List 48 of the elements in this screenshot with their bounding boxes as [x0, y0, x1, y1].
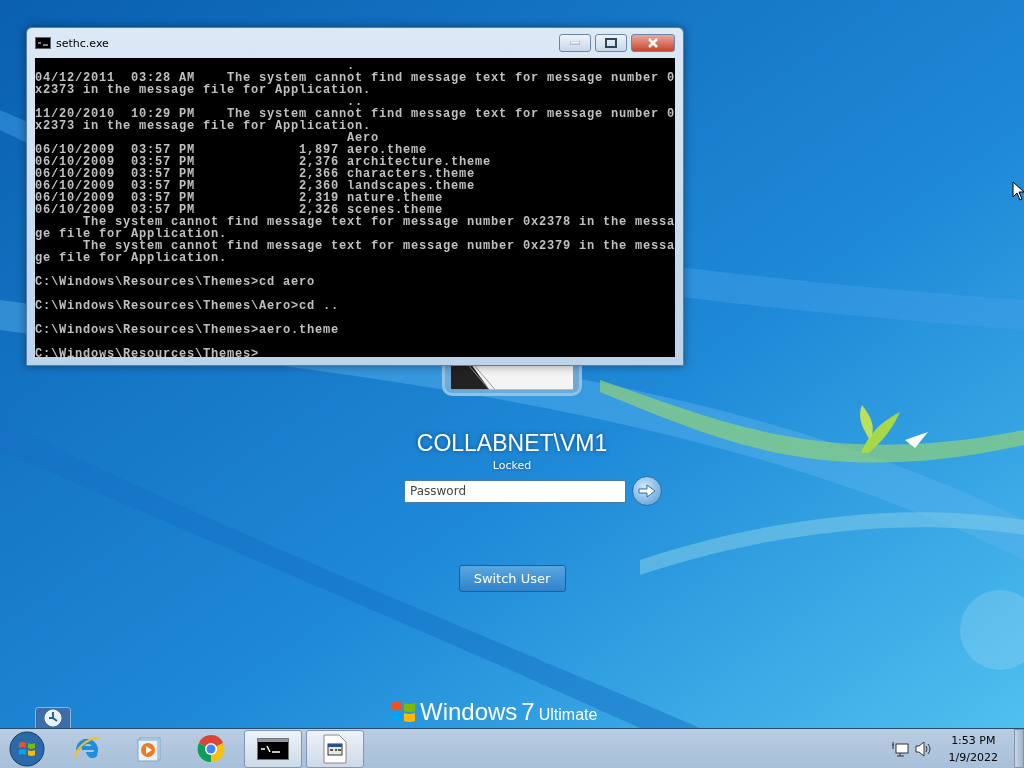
volume-icon	[914, 740, 933, 757]
network-icon	[890, 740, 909, 757]
console-line: ..	[347, 96, 364, 108]
brand-edition: Ultimate	[538, 706, 598, 724]
console-line: 04/12/2011 03:28 AM The system cannot find message text for message number 0	[35, 72, 675, 84]
mouse-pointer-icon	[1012, 181, 1024, 201]
clock[interactable]: 1:53 PM 1/9/2022	[938, 731, 1008, 766]
console-line: C:\Windows\Resources\Themes>aero.theme	[35, 324, 340, 336]
media-player-icon	[135, 734, 163, 763]
document-icon	[323, 733, 347, 764]
windows-flag-icon	[390, 700, 416, 724]
lock-status: Locked	[492, 459, 532, 472]
console-line: 06/10/2009 03:57 PM 2,319 nature.theme	[35, 192, 444, 204]
console-line: The system cannot find message text for message number 0x2378 in the messa	[83, 216, 675, 228]
console-line: x2373 in the message file for Application.	[35, 120, 372, 132]
user-name: COLLABNET\VM1	[416, 430, 608, 457]
console-line: 06/10/2009 03:57 PM 1,897 aero.theme	[35, 144, 428, 156]
password-field[interactable]: Password	[404, 479, 626, 503]
console-line: 06/10/2009 03:57 PM 2,376 architecture.theme	[35, 156, 492, 168]
taskbar-button[interactable]	[306, 729, 364, 768]
maximize-icon	[605, 38, 617, 48]
console-line: C:\Windows\Resources\Themes>	[35, 348, 260, 357]
console-line: 06/10/2009 03:57 PM 2,326 scenes.theme	[35, 204, 444, 216]
chrome-icon	[196, 733, 226, 764]
minimize-icon	[570, 41, 580, 45]
close-button[interactable]	[631, 34, 675, 52]
arrow-right-icon	[638, 484, 656, 498]
console-icon	[257, 737, 289, 760]
console-line: ge file for Application.	[35, 228, 228, 240]
console-line: 11/20/2010 10:29 PM The system cannot find message text for message number 0	[35, 108, 675, 120]
console-line: 06/10/2009 03:57 PM 2,360 landscapes.theme	[35, 180, 476, 192]
console-line: Aero	[347, 132, 380, 144]
console-line: C:\Windows\Resources\Themes>cd aero	[35, 276, 316, 288]
plant-and-bird-drawing	[858, 403, 928, 453]
console-line: The system cannot find message text for message number 0x2379 in the messa	[83, 240, 675, 252]
ease-of-access-button[interactable]	[35, 707, 71, 729]
brand-name: Windows	[420, 700, 518, 724]
console-icon	[35, 37, 51, 49]
console-line: .	[347, 60, 356, 72]
console-line: x2373 in the message file for Application.	[35, 84, 372, 96]
console-line: ge file for Application.	[35, 252, 228, 264]
window-title: sethc.exe	[56, 36, 110, 50]
console-line: C:\Windows\Resources\Themes\Aero>cd ..	[35, 300, 340, 312]
taskbar-button[interactable]	[244, 729, 302, 768]
close-icon	[647, 38, 659, 48]
console-line: 06/10/2009 03:57 PM 2,366 characters.theme	[35, 168, 476, 180]
maximize-button[interactable]	[595, 34, 627, 52]
brand-version: 7	[521, 700, 535, 724]
